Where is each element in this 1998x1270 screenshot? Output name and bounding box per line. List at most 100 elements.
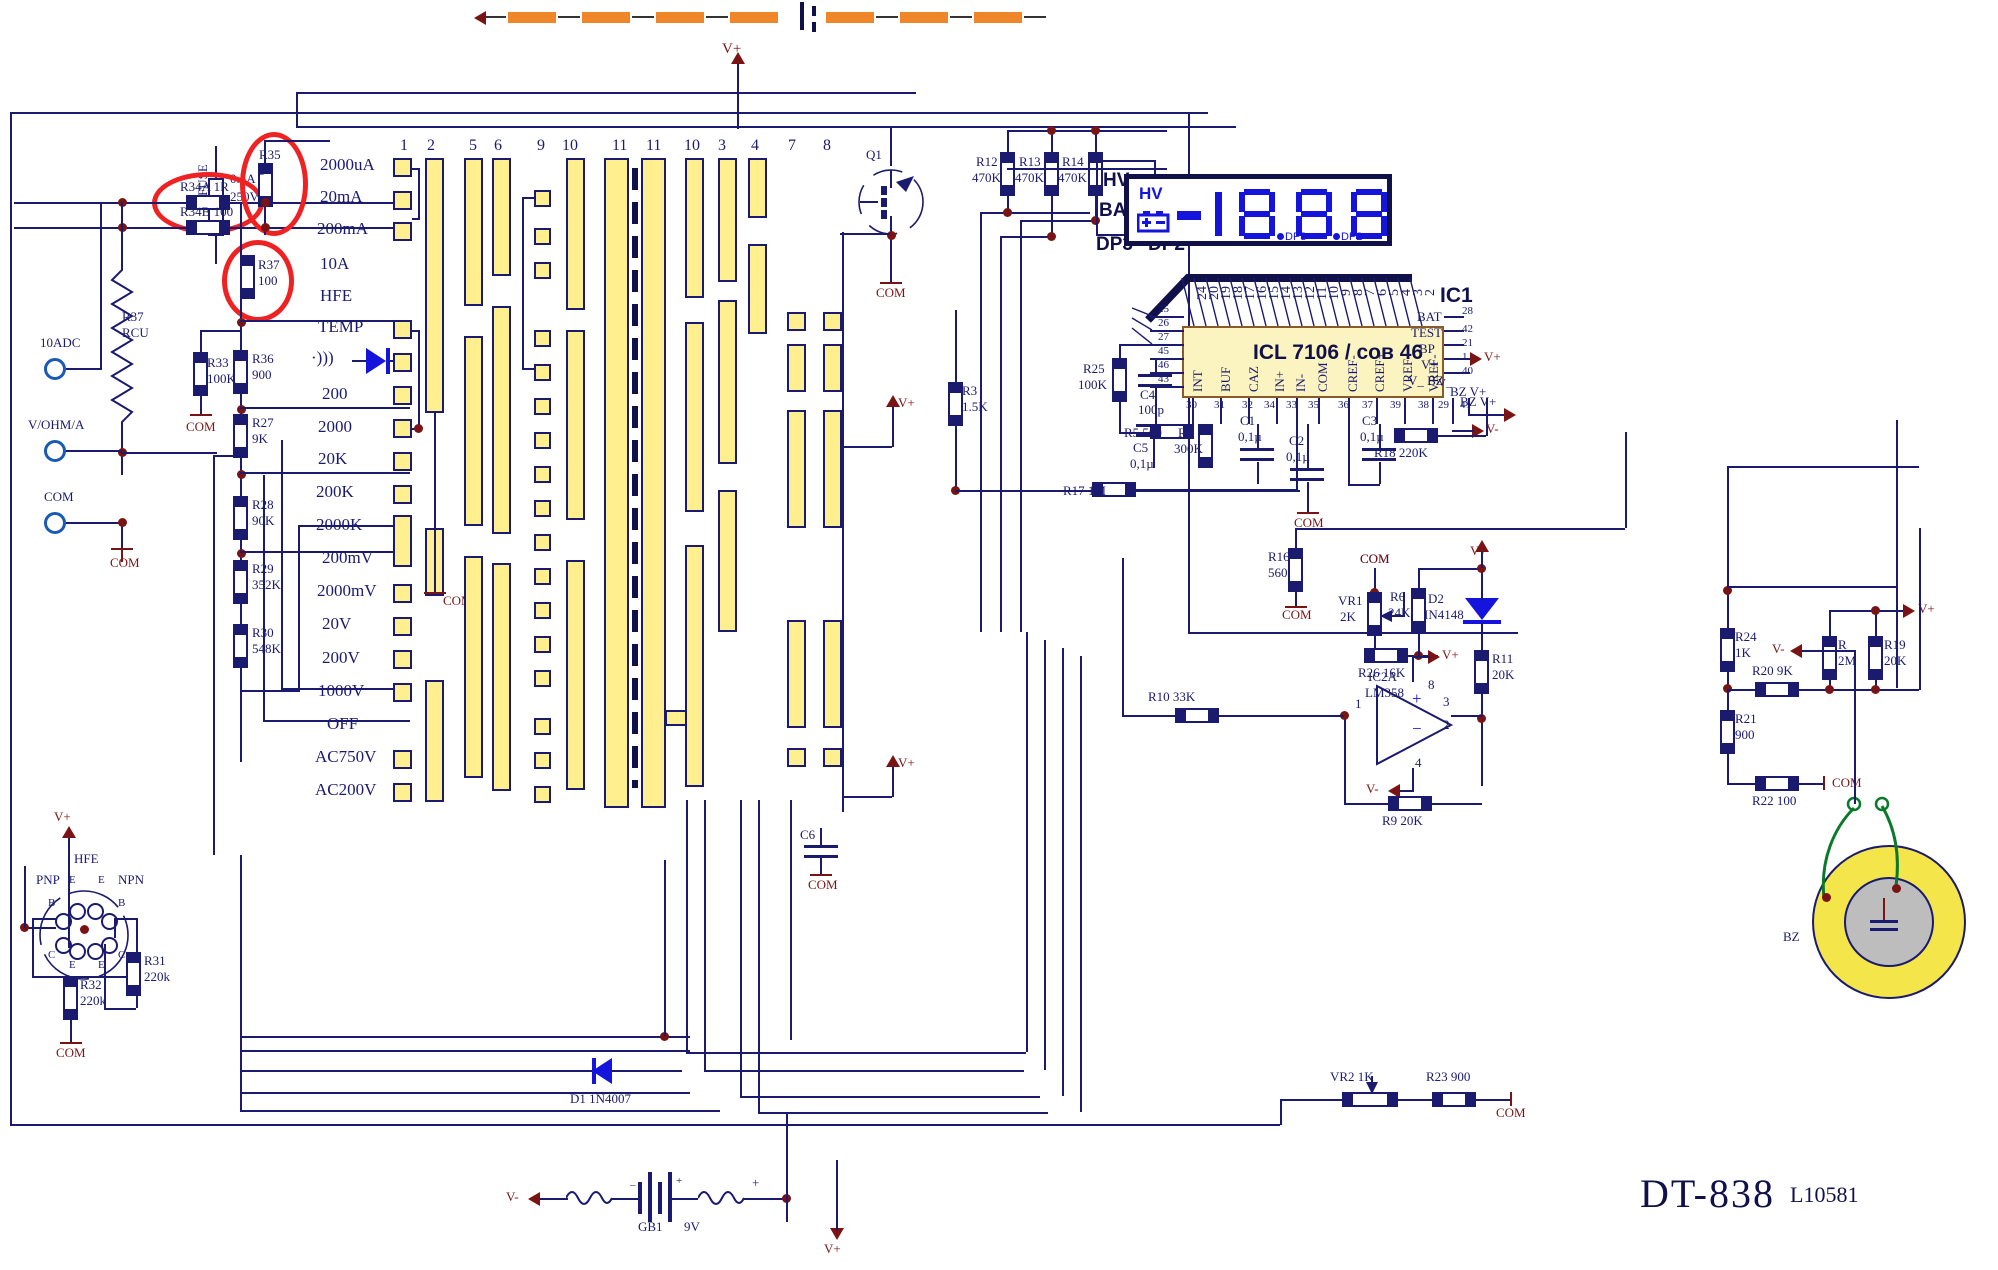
switch-pad-long[interactable] (748, 244, 767, 334)
switch-col-num-8: 8 (823, 137, 831, 154)
switch-pad-long[interactable] (492, 306, 511, 534)
switch-pad-long[interactable] (425, 158, 444, 413)
switch-pad[interactable] (534, 602, 551, 619)
r19-ref: R19 (1884, 637, 1906, 652)
switch-pad[interactable] (534, 670, 551, 687)
switch-pad[interactable] (534, 262, 551, 279)
capacitor-c1 (1240, 448, 1274, 462)
switch-pad-long[interactable] (823, 344, 842, 392)
switch-pad[interactable] (534, 534, 551, 551)
switch-pad[interactable] (534, 330, 551, 347)
vminus-label-bz: V- (1772, 641, 1785, 656)
switch-pad[interactable] (534, 228, 551, 245)
switch-pad[interactable] (787, 748, 806, 767)
switch-pad[interactable] (787, 312, 806, 331)
switch-pad[interactable] (534, 718, 551, 735)
switch-pad-long[interactable] (685, 322, 704, 512)
switch-pad[interactable] (393, 617, 412, 636)
switch-pad-long[interactable] (492, 158, 511, 276)
c4-value: 100p (1138, 402, 1164, 417)
input-jack-com[interactable] (44, 512, 66, 534)
switch-pad-long[interactable] (718, 490, 737, 632)
switch-pad-long[interactable] (604, 158, 629, 808)
diode-symbol-continuity-icon (366, 348, 386, 374)
switch-pad[interactable] (534, 568, 551, 585)
switch-pad[interactable] (534, 752, 551, 769)
switch-pad-long[interactable] (718, 300, 737, 464)
switch-pad[interactable] (534, 364, 551, 381)
opamp-ref: IC2A (1368, 669, 1397, 684)
com-label-r23: COM (1496, 1105, 1526, 1120)
rotary-label-ac200v: AC200V (315, 780, 377, 799)
switch-pad[interactable] (393, 158, 412, 177)
switch-pad-long[interactable] (823, 410, 842, 528)
switch-pad[interactable] (534, 190, 551, 207)
rotary-label-2000: 2000 (318, 417, 352, 436)
switch-pad-long[interactable] (641, 158, 666, 808)
r4-value: 300K (1174, 441, 1203, 456)
switch-pad-long[interactable] (787, 344, 806, 392)
lcd-hv-indicator: HV (1139, 184, 1163, 203)
switch-pad-long[interactable] (425, 680, 444, 802)
cut-line-band (0, 0, 1998, 44)
switch-pad-long[interactable] (685, 545, 704, 787)
vplus-arrow-ic1-icon (1470, 352, 1482, 366)
switch-pad[interactable] (393, 222, 412, 241)
switch-pad[interactable] (393, 584, 412, 603)
ic1-pinlbl-inp: IN+ (1272, 370, 1287, 392)
battery-plate-4 (668, 1172, 672, 1222)
rotary-label-ac750v: AC750V (315, 747, 377, 766)
r5-ref-value: R5 560 (1124, 425, 1162, 440)
switch-pad[interactable] (393, 419, 412, 438)
hfe-pnp-label: PNP (36, 872, 60, 887)
switch-pad[interactable] (534, 786, 551, 803)
r21-ref: R21 (1735, 711, 1757, 726)
switch-pad[interactable] (393, 783, 412, 802)
switch-pad-long[interactable] (566, 158, 585, 310)
input-jack-10adc[interactable] (44, 358, 66, 380)
switch-col-num-1: 1 (400, 137, 408, 154)
resistor-r3 (948, 382, 963, 426)
switch-pad-long[interactable] (718, 158, 737, 282)
switch-pad[interactable] (393, 452, 412, 471)
switch-pad[interactable] (393, 750, 412, 769)
resistor-r13 (1044, 152, 1059, 196)
battery-coil-left (566, 1191, 612, 1205)
r10-ref-value: R10 33K (1148, 689, 1196, 704)
switch-pad-long[interactable] (748, 158, 767, 218)
switch-pad[interactable] (393, 485, 412, 504)
switch-pad[interactable] (823, 748, 842, 767)
switch-pad[interactable] (393, 386, 412, 405)
switch-pad-long[interactable] (464, 158, 483, 306)
switch-pad-long[interactable] (787, 620, 806, 728)
switch-pad[interactable] (534, 500, 551, 517)
switch-pad-long[interactable] (464, 556, 483, 778)
switch-pad[interactable] (393, 191, 412, 210)
switch-pad-long[interactable] (464, 336, 483, 526)
switch-pad-long[interactable] (685, 158, 704, 298)
opamp-part: LM358 (1365, 685, 1404, 700)
switch-pad[interactable] (823, 312, 842, 331)
rotary-label-200k: 200K (316, 482, 354, 501)
switch-pad-long[interactable] (787, 410, 806, 528)
switch-pad[interactable] (393, 353, 412, 372)
switch-pad-long[interactable] (823, 620, 842, 728)
ic1-pinlbl-crefp: CREF+ (1372, 352, 1387, 392)
lcd-dp2-dot (1333, 233, 1340, 240)
switch-pad-long[interactable] (566, 560, 585, 790)
switch-pad[interactable] (534, 432, 551, 449)
switch-pad-long[interactable] (566, 330, 585, 520)
switch-pad[interactable] (534, 636, 551, 653)
switch-pad[interactable] (393, 683, 412, 702)
switch-pad[interactable] (393, 650, 412, 669)
switch-pad[interactable] (393, 320, 412, 339)
resistor-r29 (233, 560, 248, 604)
switch-pad[interactable] (534, 466, 551, 483)
com-label-r32: COM (56, 1045, 86, 1060)
switch-pad[interactable] (534, 398, 551, 415)
switch-pad-long[interactable] (393, 515, 412, 567)
r13-ref: R13 (1019, 154, 1041, 169)
vplus-label-opamp: V+ (1442, 647, 1459, 662)
input-jack-vohma[interactable] (44, 440, 66, 462)
switch-pad-long[interactable] (492, 563, 511, 791)
